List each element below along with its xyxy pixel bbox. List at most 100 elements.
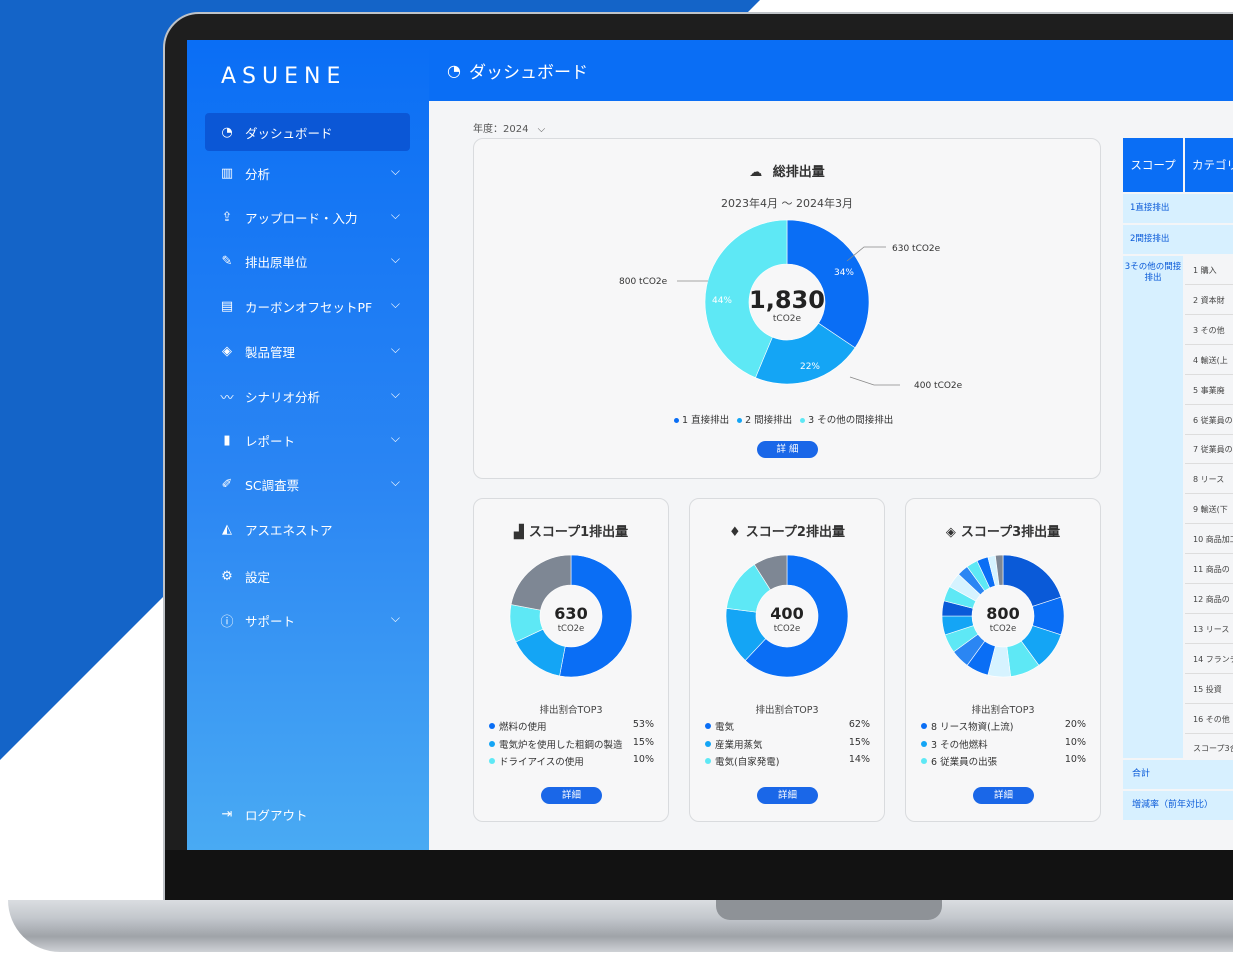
trend-icon: 〰 (220, 390, 234, 406)
legend-item-scope3: 3 その他の間接排出 (800, 412, 893, 426)
scope-card-value: 800 (986, 604, 1019, 623)
scope2-detail-button[interactable]: 詳細 (757, 787, 818, 804)
dashboard-icon: ◔ (221, 124, 233, 140)
year-select[interactable]: 年度：2024 ⌵ (473, 120, 545, 135)
top3-title: 排出割合TOP3 (755, 705, 819, 716)
table-scope2-row[interactable]: 2間接排出 (1123, 225, 1233, 254)
scope1-card: ▟ スコープ1排出量 630 tCO2e 排出割合TOP3 燃料の使用 53% 電気炉を使用し… (473, 498, 669, 822)
sidebar-item-11[interactable]: ⓘ サポート ⌵ (205, 601, 410, 639)
chevron-down-icon: ⌵ (390, 611, 400, 625)
legend-item-scope2: 2 間接排出 (737, 412, 792, 426)
scope-card-value: 630 (554, 604, 587, 623)
logout-button[interactable]: ⇥ ログアウト (205, 795, 410, 833)
laptop-chin (165, 850, 1233, 902)
top3-percent: 62% (848, 719, 870, 730)
legend-dot (705, 723, 711, 729)
top3-row: 6 従業員の出張 10% (921, 754, 1086, 768)
table-row[interactable]: 15 投資 (1185, 674, 1233, 704)
slice-label-scope2: 22% (800, 362, 820, 372)
scope3-detail-button[interactable]: 詳細 (973, 787, 1034, 804)
sidebar-item-2[interactable]: ⇪ アップロード・入力 ⌵ (205, 198, 410, 236)
top3-percent: 10% (1064, 736, 1086, 748)
sidebar-item-label: 設定 (245, 569, 271, 585)
sidebar-item-label: カーボンオフセットPF (245, 299, 373, 315)
sidebar-item-9[interactable]: ◭ アスエネストア (205, 510, 410, 548)
callout-scope2: 400 tCO2e (914, 381, 963, 391)
sidebar-item-3[interactable]: ✎ 排出原単位 ⌵ (205, 242, 410, 280)
table-row[interactable]: 14 フランチ (1185, 644, 1233, 674)
top3-title: 排出割合TOP3 (971, 705, 1035, 716)
page-header: ◔ ダッシュボード (429, 40, 1233, 101)
top3-row: ドライアイスの使用 10% (489, 754, 654, 768)
sidebar-item-4[interactable]: ▤ カーボンオフセットPF ⌵ (205, 287, 410, 325)
chevron-down-icon: ⌵ (390, 475, 400, 489)
top3-label: 電気 (715, 722, 735, 733)
top3-row: 電気炉を使用した粗鋼の製造 15% (489, 737, 654, 751)
total-emissions-card: ☁ 総排出量 2023年4月 〜 2024年3月 1,830 tCO2e 34%… (473, 138, 1101, 479)
table-row[interactable]: 8 リース (1185, 465, 1233, 495)
table-row[interactable]: 13 リース (1185, 614, 1233, 644)
table-row[interactable]: 10 商品加工 (1185, 525, 1233, 555)
table-row[interactable]: 1 購入 (1185, 256, 1233, 285)
legend-item-scope1: 1 直接排出 (674, 412, 729, 426)
chevron-down-icon: ⌵ (390, 164, 400, 178)
top3-percent: 15% (848, 736, 870, 748)
table-scope3-cell: 3その他の間接排出 (1123, 256, 1183, 758)
legend-dot (921, 740, 927, 747)
top3-percent: 14% (848, 754, 870, 765)
total-unit: tCO2e (773, 314, 802, 324)
sidebar-item-7[interactable]: ▮ レポート ⌵ (205, 421, 410, 459)
sidebar-item-1[interactable]: ▥ 分析 ⌵ (205, 154, 410, 192)
table-row[interactable]: 16 その他 (1185, 704, 1233, 734)
scope3-card: ◈ スコープ3排出量 800 tCO2e 排出割合TOP3 8 リース物資(上流) 20% 3… (905, 498, 1101, 822)
top3-percent: 15% (632, 736, 654, 748)
table-row[interactable]: 12 商品の (1185, 584, 1233, 614)
logo: ASUENE (221, 64, 347, 89)
monitor-icon: ▤ (220, 298, 234, 314)
chevron-down-icon: ⌵ (390, 208, 400, 222)
top3-percent: 53% (632, 719, 654, 730)
table-row[interactable]: 11 商品の (1185, 555, 1233, 584)
sidebar-item-label: 製品管理 (245, 344, 296, 360)
sidebar-item-6[interactable]: 〰シナリオ分析 ⌵ (205, 377, 410, 415)
table-row[interactable]: 5 事業廃 (1185, 375, 1233, 405)
legend-dot (489, 723, 495, 729)
box-icon: ◈ (222, 343, 232, 359)
top3-label: 6 従業員の出張 (931, 757, 998, 768)
top3-label: 8 リース物資(上流) (931, 722, 1014, 733)
sidebar-item-8[interactable]: ✐ SC調査票 ⌵ (205, 465, 410, 503)
sidebar-item-0[interactable]: ◔ ダッシュボード (205, 113, 410, 151)
total-detail-button[interactable]: 詳 細 (757, 441, 818, 458)
legend-dot (921, 723, 927, 729)
top3-row: 燃料の使用 53% (489, 719, 654, 733)
info-icon: ⓘ (220, 614, 234, 630)
table-scope1-row[interactable]: 1直接排出 (1123, 194, 1233, 223)
top3-row: 電気(自家発電) 14% (705, 754, 870, 768)
scope3-donut-chart: 800tCO2e (941, 554, 1065, 678)
table-row[interactable]: 6 従業員の (1185, 405, 1233, 435)
sidebar-item-5[interactable]: ◈ 製品管理 ⌵ (205, 332, 410, 370)
slice-label-scope3: 44% (712, 296, 732, 306)
table-row[interactable]: 9 輸送(下 (1185, 495, 1233, 525)
table-header-category: カテゴリ (1185, 138, 1233, 192)
total-value: 1,830 (749, 286, 825, 314)
top3-row: 電気 62% (705, 719, 870, 733)
scope1-detail-button[interactable]: 詳細 (541, 787, 602, 804)
scope1-donut-chart: 630tCO2e (509, 554, 633, 678)
scope2-card: ♦ スコープ2排出量 400 tCO2e 排出割合TOP3 電気 62% 産業用蒸気 15% 電気… (689, 498, 885, 822)
sidebar-item-label: レポート (245, 433, 296, 449)
scope3-donut-slice-0 (1002, 554, 1062, 607)
page-title: ダッシュボード (468, 63, 588, 83)
sidebar-item-10[interactable]: ⚙ 設定 (205, 557, 410, 595)
chevron-down-icon: ⌵ (390, 342, 400, 356)
scope-card-unit: tCO2e (774, 624, 801, 634)
laptop-notch (716, 900, 942, 920)
callout-line-scope2 (849, 376, 900, 386)
table-row[interactable]: 7 従業員の (1185, 435, 1233, 465)
top3-row: 産業用蒸気 15% (705, 737, 870, 751)
sidebar: ASUENE ◔ ダッシュボード ▥ 分析 ⌵ ⇪ アップロード・入力 ⌵ ✎ 排出原単位 ⌵ ▤ カー… (187, 40, 429, 850)
table-row[interactable]: 2 資本財 (1185, 285, 1233, 315)
table-row[interactable]: 3 その他 (1185, 315, 1233, 345)
chevron-down-icon: ⌵ (390, 252, 400, 266)
table-row[interactable]: 4 輸送(上 (1185, 345, 1233, 375)
